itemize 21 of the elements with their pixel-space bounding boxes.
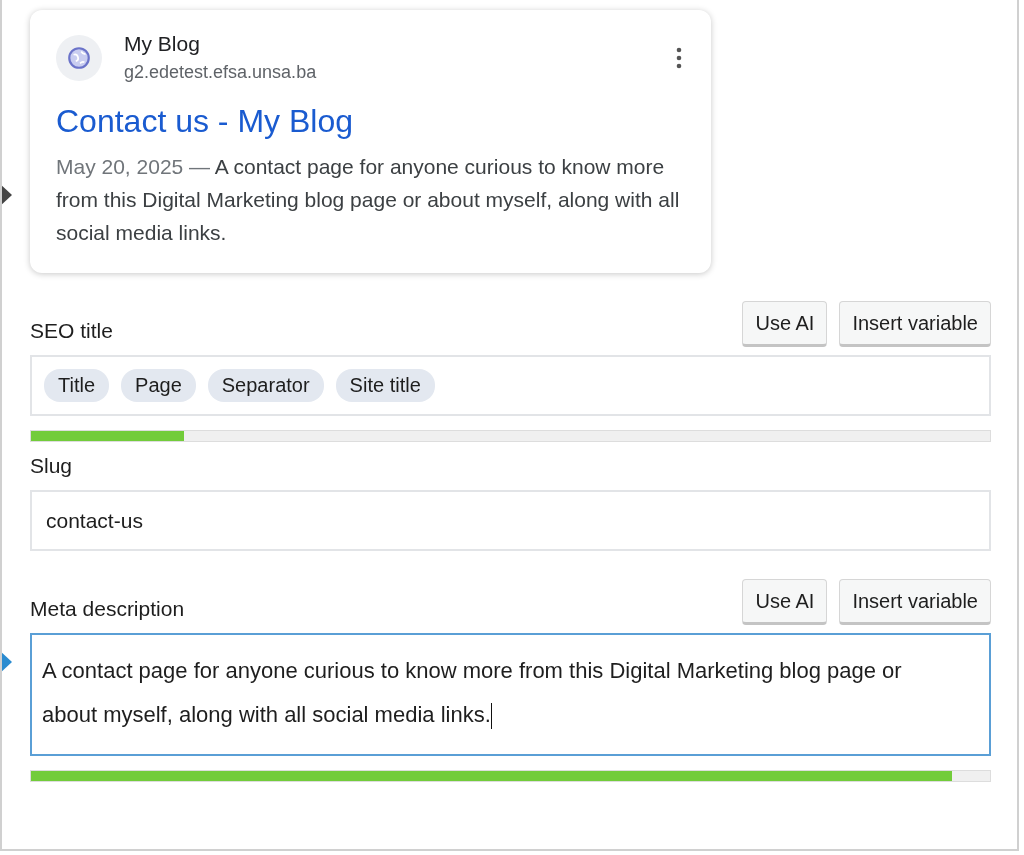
site-name: My Blog [124, 32, 201, 56]
variable-tag[interactable]: Separator [207, 369, 324, 402]
site-url: g2.edetest.efsa.unsa.ba [124, 62, 318, 83]
more-options-icon[interactable] [675, 46, 683, 69]
result-title-link[interactable]: Contact us - My Blog [56, 103, 353, 140]
action-button[interactable]: Use AI [742, 301, 828, 347]
variable-tag[interactable]: Title [44, 369, 110, 402]
action-button[interactable]: Insert variable [839, 301, 991, 347]
text-area[interactable]: A contact page for anyone curious to know more from this Digital Marketing blog page or about myself, along with all social media links. [30, 633, 991, 756]
pointer-icon [2, 184, 12, 206]
action-button[interactable]: Use AI [742, 579, 828, 625]
input-field[interactable]: Title Page Separator Site title [30, 355, 991, 416]
result-description: May 20, 2025 — A contact page for anyone curious to know more from this Digital Marketing blog page or about myself, along with all social media links. [56, 154, 681, 246]
variable-tag[interactable]: Site title [335, 369, 435, 402]
globe-icon [56, 34, 102, 81]
field-label: Slug [30, 454, 73, 479]
field-label: Meta description [30, 597, 185, 622]
input-field[interactable]: contact-us [30, 490, 991, 551]
variable-tag[interactable]: Page [121, 369, 196, 402]
action-button[interactable]: Insert variable [839, 579, 991, 625]
field-label: SEO title [30, 319, 113, 344]
